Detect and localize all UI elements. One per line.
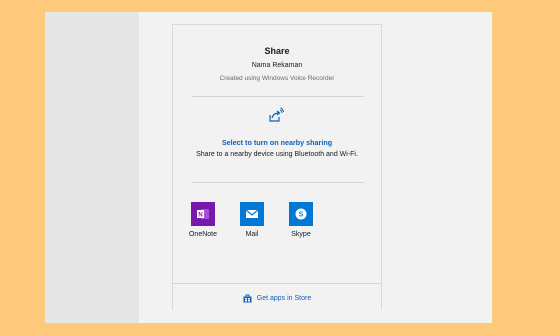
nearby-sharing-description: Share to a nearby device using Bluetooth… bbox=[196, 151, 358, 158]
share-window: Share Nama Rekaman Created using Windows… bbox=[45, 12, 492, 323]
get-apps-in-store-link[interactable]: Get apps in Store bbox=[173, 294, 381, 303]
nearby-sharing-link[interactable]: Select to turn on nearby sharing bbox=[173, 138, 381, 147]
share-target-mail[interactable]: Mail bbox=[230, 202, 274, 238]
app-label: Mail bbox=[245, 231, 259, 238]
shared-item-name: Nama Rekaman bbox=[251, 62, 303, 69]
divider bbox=[192, 182, 364, 183]
mail-icon bbox=[240, 202, 264, 226]
svg-text:N: N bbox=[198, 212, 202, 218]
share-target-onenote[interactable]: N OneNote bbox=[181, 202, 225, 238]
created-with-caption: Created using Windows Voice Recorder bbox=[219, 75, 335, 82]
store-icon bbox=[243, 294, 252, 303]
divider bbox=[173, 283, 381, 284]
onenote-icon: N bbox=[191, 202, 215, 226]
nearby-sharing-icon[interactable] bbox=[268, 107, 284, 123]
app-label: OneNote bbox=[188, 231, 218, 238]
svg-text:S: S bbox=[299, 212, 304, 219]
app-label: Skype bbox=[291, 231, 311, 238]
share-title: Share bbox=[264, 46, 290, 56]
share-target-skype[interactable]: S Skype bbox=[279, 202, 323, 238]
store-link-label: Get apps in Store bbox=[256, 295, 312, 302]
share-pane: Share Nama Rekaman Created using Windows… bbox=[172, 24, 382, 310]
divider bbox=[192, 96, 364, 97]
app-sidebar bbox=[45, 12, 139, 323]
skype-icon: S bbox=[289, 202, 313, 226]
